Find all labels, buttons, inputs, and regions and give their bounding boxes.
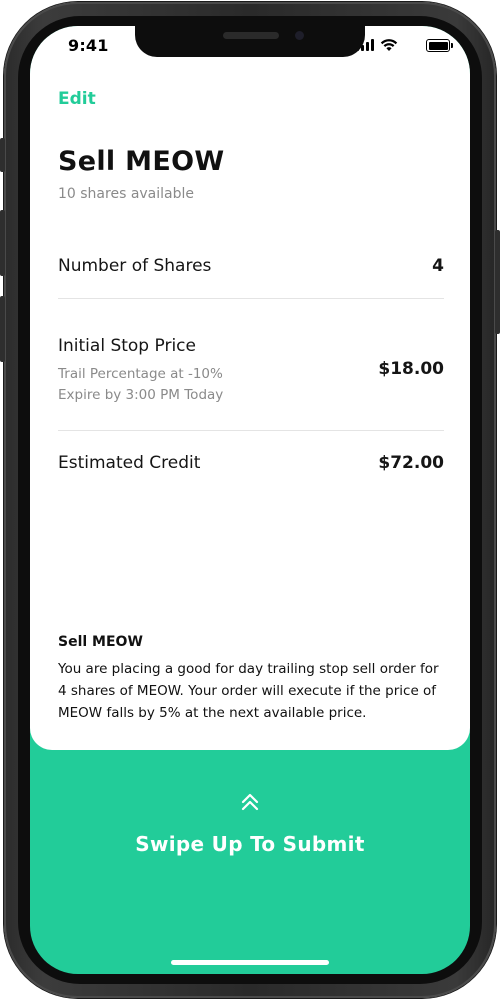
status-time: 9:41 [68, 36, 109, 55]
credit-row: Estimated Credit $72.00 [58, 453, 444, 483]
stop-price-label: Initial Stop Price [58, 336, 196, 356]
divider [58, 430, 444, 431]
wifi-icon [380, 39, 398, 51]
screen: 9:41 Edit Sell MEOW 10 shares available … [30, 26, 470, 974]
volume-up-button [0, 210, 5, 276]
credit-label: Estimated Credit [58, 453, 201, 473]
order-card: 9:41 Edit Sell MEOW 10 shares available … [30, 26, 470, 750]
credit-value: $72.00 [378, 453, 444, 473]
home-indicator[interactable] [171, 960, 329, 965]
summary-title: Sell MEOW [58, 634, 143, 650]
page-title: Sell MEOW [58, 146, 225, 177]
shares-label: Number of Shares [58, 256, 212, 276]
notch [135, 26, 365, 57]
volume-down-button [0, 296, 5, 362]
shares-row[interactable]: Number of Shares 4 [58, 256, 444, 286]
trail-percentage: Trail Percentage at -10% [58, 366, 223, 382]
silent-switch [0, 138, 5, 172]
expiration: Expire by 3:00 PM Today [58, 387, 224, 403]
speaker [223, 32, 279, 39]
swipe-to-submit[interactable]: Swipe Up To Submit [30, 832, 470, 856]
battery-icon [426, 39, 453, 52]
stop-price-value: $18.00 [378, 359, 444, 379]
stop-price-row[interactable]: Initial Stop Price Trail Percentage at -… [58, 336, 444, 408]
edit-button[interactable]: Edit [58, 89, 96, 109]
power-button [495, 230, 500, 334]
status-icons [350, 39, 453, 53]
double-chevron-up-icon[interactable] [240, 792, 260, 812]
divider [58, 298, 444, 299]
shares-available: 10 shares available [58, 186, 195, 202]
summary-text: You are placing a good for day trailing … [58, 661, 439, 721]
front-camera [295, 31, 304, 40]
shares-value: 4 [432, 256, 444, 276]
